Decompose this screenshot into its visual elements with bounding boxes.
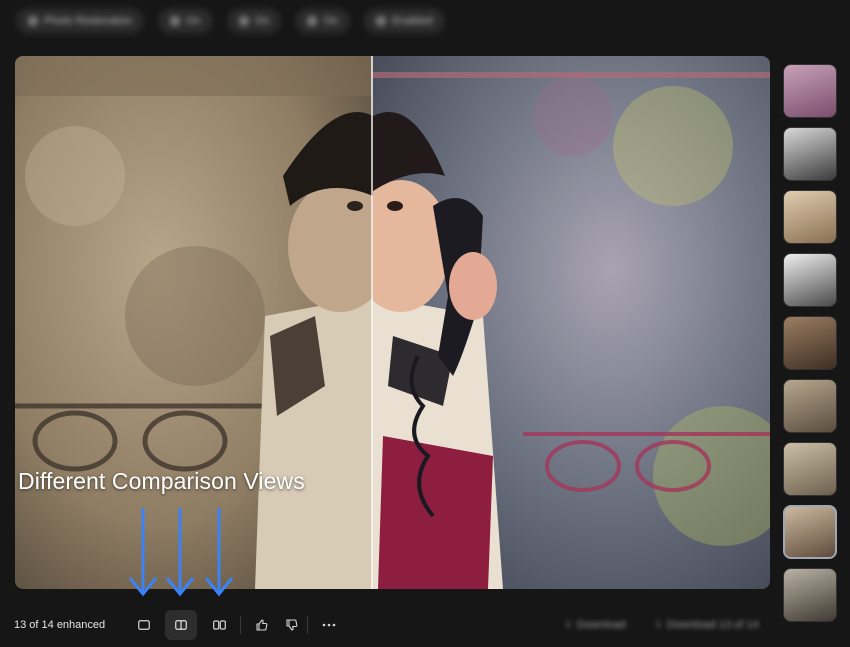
thumbs-down-icon: [286, 619, 298, 631]
toolbar-divider: [240, 616, 241, 634]
download-icon: ⤓: [656, 618, 661, 630]
thumbnail-selected[interactable]: [783, 505, 837, 559]
face-icon: [238, 16, 249, 26]
single-view-icon: [138, 620, 150, 630]
download-button[interactable]: ⤓ Download: [566, 618, 626, 631]
setting-icon: [307, 16, 318, 26]
thumbnail[interactable]: [783, 253, 837, 307]
thumbnail[interactable]: [783, 379, 837, 433]
wand-icon: [28, 16, 38, 26]
thumbnail-strip: [783, 64, 839, 631]
toolbar-chip-2[interactable]: On: [158, 8, 213, 34]
toolbar-chip-label: On: [254, 15, 270, 27]
toolbar-chip-label: Photo Restoration: [44, 15, 133, 27]
thumbnail[interactable]: [783, 568, 837, 622]
comparison-slider-handle[interactable]: [371, 56, 373, 589]
download-all-label: Download 13 of 14: [666, 618, 759, 631]
annotation-caption: Different Comparison Views: [18, 468, 305, 494]
split-view-button[interactable]: [165, 610, 197, 640]
thumbs-up-icon: [256, 619, 268, 631]
more-icon: [322, 623, 336, 627]
toolbar-chip-label: On: [186, 15, 201, 27]
after-image: [373, 56, 770, 589]
more-options-button[interactable]: [313, 610, 345, 640]
download-icon: ⤓: [566, 618, 571, 630]
toolbar-chip-5[interactable]: Enabled: [364, 8, 445, 34]
toolbar-chip-label: Enabled: [392, 15, 433, 27]
download-label: Download: [576, 618, 626, 631]
toolbar-chip-3[interactable]: On: [226, 8, 282, 34]
split-view-icon: [175, 620, 187, 630]
toolbar-divider: [307, 616, 308, 634]
setting-icon: [170, 16, 181, 26]
annotation-arrow-icon: [204, 508, 234, 597]
side-by-side-view-icon: [212, 620, 226, 630]
toolbar-chip-label: On: [323, 15, 339, 27]
color-icon: [376, 16, 387, 26]
single-view-button[interactable]: [128, 610, 160, 640]
download-all-button[interactable]: ⤓ Download 13 of 14: [656, 618, 759, 631]
top-toolbar: Photo Restoration On On On Enabled: [16, 6, 445, 36]
annotation-arrow-icon: [128, 508, 158, 597]
thumbnail[interactable]: [783, 442, 837, 496]
thumbnail[interactable]: [783, 64, 837, 118]
toolbar-chip-4[interactable]: On: [295, 8, 351, 34]
thumbs-up-button[interactable]: [246, 610, 278, 640]
annotation-arrow-icon: [165, 508, 195, 597]
enhancement-status: 13 of 14 enhanced: [14, 619, 106, 631]
toolbar-chip-photo-restoration[interactable]: Photo Restoration: [16, 8, 145, 34]
thumbnail[interactable]: [783, 127, 837, 181]
thumbnail[interactable]: [783, 190, 837, 244]
side-by-side-view-button[interactable]: [203, 610, 235, 640]
thumbs-down-button[interactable]: [276, 610, 308, 640]
thumbnail[interactable]: [783, 316, 837, 370]
